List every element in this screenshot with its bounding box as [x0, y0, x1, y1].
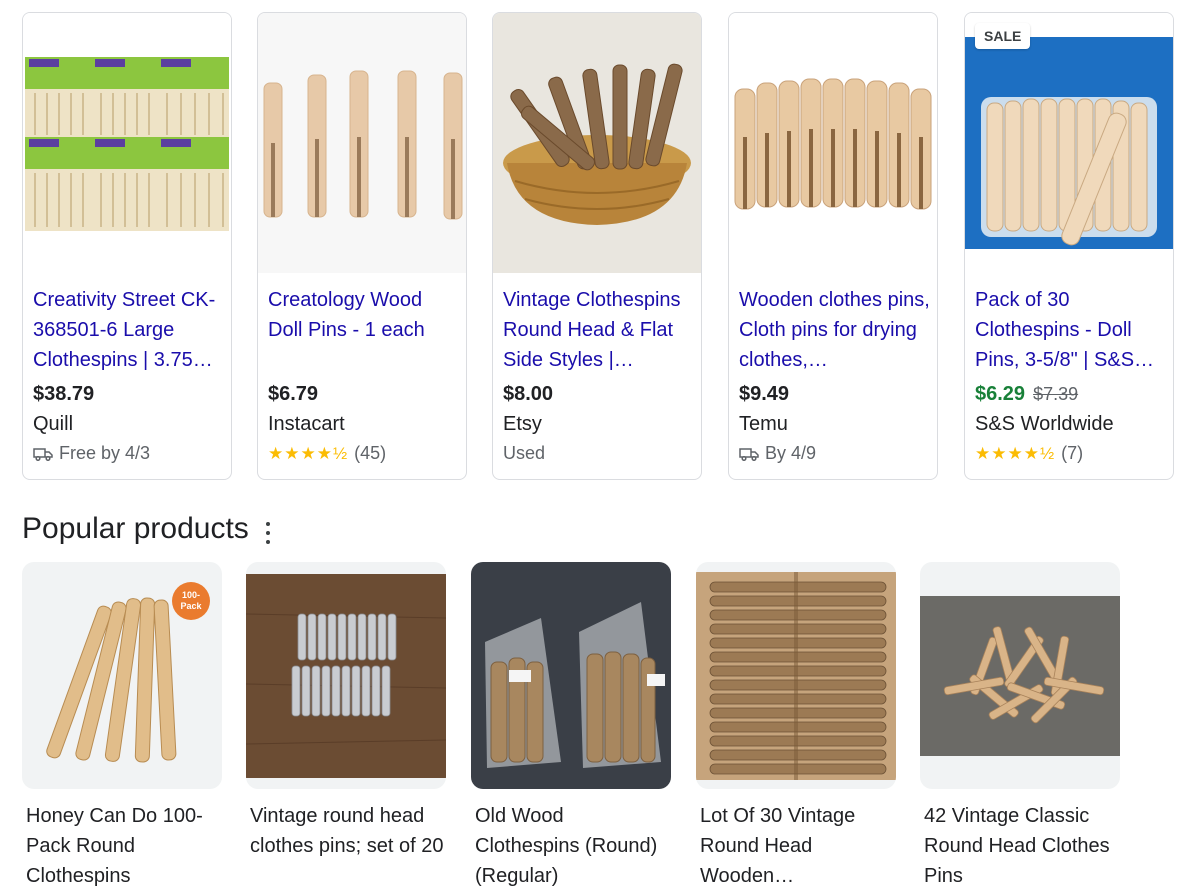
- price-row: $6.29 $7.39: [975, 383, 1078, 406]
- rating: ★★★★½ (45): [268, 443, 386, 464]
- delivery-info: By 4/9: [739, 443, 816, 464]
- store-name: Instacart: [268, 413, 345, 435]
- price: $8.00: [503, 383, 554, 405]
- lot-clothespins-image: [696, 572, 896, 780]
- price: $9.49: [739, 383, 790, 405]
- price-row: $6.79: [268, 383, 318, 406]
- sale-badge: SALE: [975, 23, 1031, 49]
- truck-icon: [33, 447, 53, 461]
- product-title-link[interactable]: Creativity Street CK-368501-6 Large Clot…: [33, 285, 225, 375]
- product-card[interactable]: Creatology Wood Doll Pins - 1 each $6.79…: [257, 12, 467, 480]
- popular-product[interactable]: 100-Pack Honey Can Do 100-Pack Round Clo…: [22, 562, 222, 891]
- product-image[interactable]: [696, 562, 896, 789]
- delivery-info: Free by 4/3: [33, 443, 150, 464]
- packaged-clothespins-image: [23, 13, 231, 273]
- popular-product-title[interactable]: 42 Vintage Classic Round Head Clothes Pi…: [920, 801, 1120, 891]
- popular-product[interactable]: Old Wood Clothespins (Round) (Regular): [471, 562, 671, 891]
- scattered-clothespins-image: [920, 596, 1120, 756]
- product-image[interactable]: SALE: [965, 13, 1173, 273]
- store-name: Etsy: [503, 413, 542, 435]
- condition: Used: [503, 443, 545, 464]
- product-card[interactable]: Creativity Street CK-368501-6 Large Clot…: [22, 12, 232, 480]
- star-rating-icon: ★★★★½: [268, 443, 349, 463]
- clothespins-row-image: [729, 13, 937, 273]
- shopping-cards-row: Creativity Street CK-368501-6 Large Clot…: [22, 12, 1200, 480]
- clothespins-bag-image: [965, 13, 1173, 273]
- popular-product[interactable]: 42 Vintage Classic Round Head Clothes Pi…: [920, 562, 1120, 891]
- popular-product[interactable]: Vintage round head clothes pins; set of …: [246, 562, 446, 861]
- store-name: S&S Worldwide: [975, 413, 1114, 435]
- product-title-link[interactable]: Creatology Wood Doll Pins - 1 each: [268, 285, 460, 345]
- popular-product-title[interactable]: Old Wood Clothespins (Round) (Regular): [471, 801, 671, 891]
- review-count: (45): [354, 443, 387, 463]
- star-rating-icon: ★★★★½: [975, 443, 1056, 463]
- condition-text: Used: [503, 443, 546, 463]
- popular-product-title[interactable]: Vintage round head clothes pins; set of …: [246, 801, 446, 861]
- product-title-link[interactable]: Pack of 30 Clothespins - Doll Pins, 3-5/…: [975, 285, 1167, 375]
- product-image[interactable]: [258, 13, 466, 273]
- product-image[interactable]: [246, 562, 446, 789]
- product-title-link[interactable]: Vintage Clothespins Round Head & Flat Si…: [503, 285, 695, 375]
- product-title-link[interactable]: Wooden clothes pins, Cloth pins for dryi…: [739, 285, 931, 375]
- rating: ★★★★½ (7): [975, 443, 1083, 464]
- price-row: $9.49: [739, 383, 789, 406]
- price-row: $38.79: [33, 383, 94, 406]
- review-count: (7): [1061, 443, 1084, 463]
- product-image[interactable]: 100-Pack: [22, 562, 222, 789]
- bagged-clothespins-image: [471, 562, 671, 789]
- price: $6.79: [268, 383, 319, 405]
- product-image[interactable]: [729, 13, 937, 273]
- product-image[interactable]: [493, 13, 701, 273]
- product-image[interactable]: [920, 562, 1120, 789]
- popular-product[interactable]: Lot Of 30 Vintage Round Head Wooden…: [696, 562, 896, 891]
- product-image[interactable]: [23, 13, 231, 273]
- product-card[interactable]: SALE Pack of 30 Clothespins - Doll Pins,…: [964, 12, 1174, 480]
- section-heading: Popular products: [22, 512, 249, 545]
- store-name: Temu: [739, 413, 788, 435]
- pack-badge: 100-Pack: [172, 582, 210, 620]
- delivery-text: Free by 4/3: [59, 443, 151, 463]
- truck-icon: [739, 447, 759, 461]
- sale-price: $6.29: [975, 383, 1026, 405]
- product-card[interactable]: Vintage Clothespins Round Head & Flat Si…: [492, 12, 702, 480]
- product-image[interactable]: [471, 562, 671, 789]
- popular-product-title[interactable]: Honey Can Do 100-Pack Round Clothespins: [22, 801, 222, 891]
- store-name: Quill: [33, 413, 74, 435]
- doll-pins-image: [258, 13, 466, 273]
- vintage-clothespins-image: [246, 574, 446, 778]
- popular-product-title[interactable]: Lot Of 30 Vintage Round Head Wooden…: [696, 801, 896, 891]
- delivery-text: By 4/9: [765, 443, 817, 463]
- clothespins-basket-image: [493, 13, 701, 273]
- more-vert-icon[interactable]: [258, 522, 278, 544]
- original-price: $7.39: [1033, 384, 1079, 404]
- price: $38.79: [33, 383, 95, 405]
- product-card[interactable]: Wooden clothes pins, Cloth pins for dryi…: [728, 12, 938, 480]
- price-row: $8.00: [503, 383, 553, 406]
